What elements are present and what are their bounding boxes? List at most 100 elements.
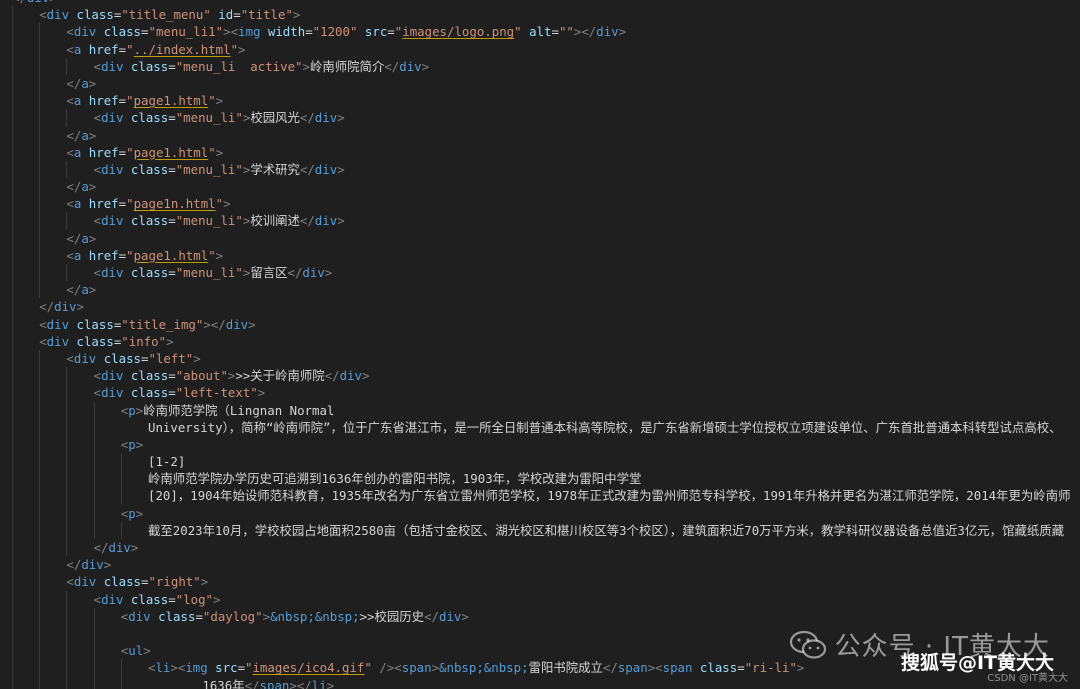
indent-guide: [39, 195, 41, 213]
code-line[interactable]: 岭南师范学院办学历史可追溯到1636年创办的雷阳书院，1903年，学校改建为雷阳…: [0, 470, 1080, 488]
code-editor[interactable]: </div><div class="title_menu" id="title"…: [0, 0, 1080, 689]
code-text: <div class="title_img"></div>: [39, 316, 255, 333]
code-line[interactable]: 截至2023年10月，学校校园占地面积2580亩（包括寸金校区、湖光校区和椹川校…: [0, 521, 1080, 539]
code-line[interactable]: <a href="../index.html">: [0, 40, 1080, 58]
indent-guide: [66, 367, 68, 385]
code-text: </a>: [66, 178, 96, 195]
code-area[interactable]: </div><div class="title_menu" id="title"…: [0, 0, 1080, 689]
code-token: "": [558, 24, 574, 40]
code-line[interactable]: <div class="menu_li">校园风光</div>: [0, 109, 1080, 127]
code-line[interactable]: <div class="right">: [0, 573, 1080, 591]
code-line[interactable]: <div class="title_img"></div>: [0, 315, 1080, 333]
code-token: a: [81, 230, 89, 246]
code-line[interactable]: <div class="menu_li">校训阐述</div>: [0, 212, 1080, 230]
code-token: >: [103, 557, 112, 573]
indent-guide: [12, 195, 13, 213]
code-token: </: [66, 282, 82, 298]
code-line[interactable]: </div>: [0, 539, 1080, 557]
code-token: <: [93, 110, 102, 126]
code-text: </a>: [66, 281, 96, 298]
code-token: =: [118, 93, 127, 109]
code-token: "right": [148, 574, 201, 590]
code-line[interactable]: <a href="page1.html">: [0, 246, 1080, 264]
indent-guide: [93, 642, 95, 660]
code-line[interactable]: <p>岭南师范学院（Lingnan Normal: [0, 401, 1080, 419]
code-token: [1-2]: [148, 454, 186, 470]
code-line[interactable]: <div class="title_menu" id="title">: [0, 6, 1080, 24]
code-line[interactable]: </div>: [0, 298, 1080, 316]
code-line[interactable]: [20]，1904年始设师范科教育，1935年改名为广东省立雷州师范学校，197…: [0, 487, 1080, 505]
code-line[interactable]: <div class="daylog">&nbsp;&nbsp;>>校园历史</…: [0, 607, 1080, 625]
code-token: >: [88, 179, 97, 195]
indent-guide: [12, 642, 13, 660]
code-line[interactable]: </a>: [0, 126, 1080, 144]
code-token: class: [76, 316, 114, 332]
code-token: href: [88, 93, 119, 109]
code-line[interactable]: </a>: [0, 178, 1080, 196]
code-line[interactable]: 1636年</span></li>: [0, 676, 1080, 689]
code-line[interactable]: <div class="log">: [0, 590, 1080, 608]
code-line[interactable]: <div class="about">>>关于岭南师院</div>: [0, 367, 1080, 385]
code-line[interactable]: <div class="menu_li">学术研究</div>: [0, 160, 1080, 179]
code-text: 1636年</span></li>: [202, 677, 334, 689]
indent-guide: [12, 92, 13, 110]
code-line[interactable]: <a href="page1.html">: [0, 92, 1080, 110]
code-line[interactable]: <a href="page1.html">: [0, 143, 1080, 161]
code-line[interactable]: University），简称“岭南师院”，位于广东省湛江市，是一所全日制普通本科…: [0, 418, 1080, 436]
code-token: class: [130, 265, 169, 280]
code-line[interactable]: <div class="left">: [0, 349, 1080, 368]
code-line[interactable]: </a>: [0, 229, 1080, 247]
code-text: <ul>: [121, 642, 151, 659]
code-token: </: [66, 179, 82, 195]
indent-guide: [39, 246, 41, 264]
code-text: </a>: [66, 230, 96, 247]
code-token: >: [215, 93, 224, 109]
indent-guide: [39, 573, 41, 591]
code-token: >: [337, 161, 345, 177]
indent-guide: [93, 676, 95, 689]
code-token: "1200": [312, 24, 358, 40]
code-token: ><: [170, 660, 186, 676]
code-token: >: [213, 591, 221, 607]
code-line[interactable]: </a>: [0, 74, 1080, 93]
code-line[interactable]: <div class="info">: [0, 332, 1080, 350]
code-token: </: [602, 660, 618, 676]
indent-guide: [39, 229, 41, 247]
code-text: <a href="page1.html">: [66, 247, 223, 264]
code-token: href: [88, 196, 119, 212]
indent-guide: [66, 264, 68, 282]
code-token: ></: [203, 316, 226, 332]
indent-guide: [39, 23, 41, 41]
indent-guide: [39, 160, 41, 179]
code-token: <: [93, 213, 102, 229]
code-token: =: [118, 247, 127, 263]
code-line[interactable]: </a>: [0, 281, 1080, 299]
code-line[interactable]: <div class="left-text">: [0, 384, 1080, 402]
code-token: >: [431, 660, 440, 676]
code-token: div: [46, 316, 70, 332]
code-line[interactable]: </div>: [0, 556, 1080, 574]
code-token: >: [248, 316, 256, 332]
code-line[interactable]: <div class="menu_li1"><img width="1200" …: [0, 23, 1080, 41]
code-line[interactable]: <p>: [0, 504, 1080, 522]
code-token: =: [168, 368, 176, 384]
code-token: <: [66, 350, 74, 366]
indent-guide: [12, 315, 13, 333]
code-line[interactable]: <div class="menu_li active">岭南师院简介</div>: [0, 57, 1080, 75]
code-line[interactable]: <div class="menu_li">留言区</div>: [0, 264, 1080, 282]
code-token: ></: [289, 677, 312, 689]
code-token: "menu_li active": [175, 58, 303, 74]
code-line[interactable]: <p>: [0, 435, 1080, 454]
code-token: =: [118, 144, 127, 160]
code-token: 校训阐述: [250, 213, 300, 229]
code-line[interactable]: <a href="page1n.html">: [0, 195, 1080, 213]
code-line[interactable]: [1-2]: [0, 453, 1080, 471]
indent-guide: [66, 418, 68, 436]
code-token: </: [66, 230, 82, 246]
indent-guide: [12, 349, 13, 368]
